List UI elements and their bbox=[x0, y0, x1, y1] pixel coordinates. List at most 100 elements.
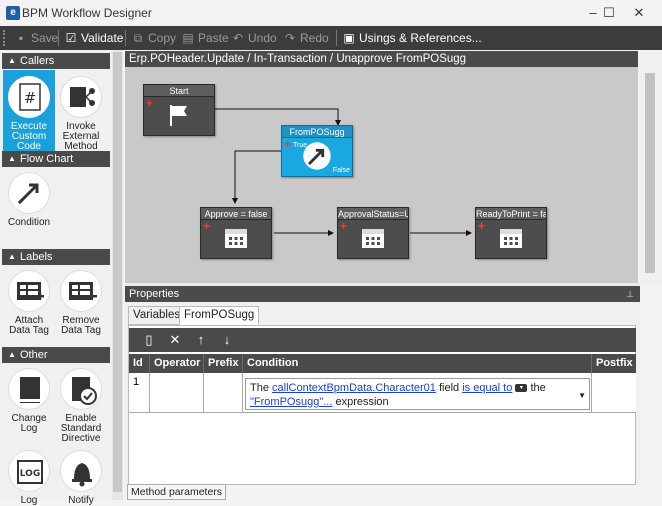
references-icon: ▣ bbox=[343, 31, 355, 45]
plus-icon[interactable]: + bbox=[203, 220, 210, 232]
column-id[interactable]: Id bbox=[129, 354, 150, 373]
cell-prefix[interactable] bbox=[204, 373, 243, 413]
book-icon bbox=[8, 368, 50, 410]
node-approval-status[interactable]: ApprovalStatus=U + bbox=[337, 207, 409, 259]
toolbar-grip[interactable] bbox=[3, 30, 7, 46]
move-down-icon[interactable]: ↓ bbox=[219, 332, 235, 348]
copy-button[interactable]: ⧉ Copy bbox=[131, 29, 176, 47]
properties-header: Properties ⊥ bbox=[125, 286, 640, 302]
tab-method-parameters[interactable]: Method parameters bbox=[127, 484, 227, 500]
title-bar: e BPM Workflow Designer – ☐ ✕ bbox=[0, 0, 662, 26]
log-icon-text: LOG bbox=[20, 469, 40, 479]
node-approve-false[interactable]: Approve = false + bbox=[200, 207, 272, 259]
false-branch-label: False bbox=[332, 167, 350, 174]
checkbox-icon: ☑ bbox=[65, 31, 77, 45]
category-other[interactable]: ▲ Other bbox=[2, 347, 110, 363]
scrollbar-thumb[interactable] bbox=[113, 52, 122, 492]
copy-icon: ⧉ bbox=[133, 31, 143, 45]
value-link[interactable]: "FromPOsugg"... bbox=[250, 396, 332, 408]
column-postfix[interactable]: Postfix bbox=[592, 354, 636, 373]
node-frompo-condition[interactable]: FromPOSugg + True False bbox=[281, 125, 353, 177]
remove-tag-icon bbox=[60, 270, 102, 312]
new-document-icon[interactable]: ▯ bbox=[141, 332, 157, 348]
calendar-icon bbox=[500, 229, 522, 248]
condition-expression-box[interactable]: The callContextBpmData.Character01 field… bbox=[245, 378, 590, 410]
calendar-icon bbox=[362, 229, 384, 248]
tab-variables[interactable]: Variables bbox=[128, 306, 186, 325]
condition-grid-toolbar: ▯ ✕ ↑ ↓ bbox=[129, 328, 636, 352]
tab-frompo[interactable]: FromPOSugg bbox=[179, 306, 260, 325]
app-icon: e bbox=[6, 6, 20, 20]
plus-icon[interactable]: + bbox=[284, 138, 291, 150]
tool-change-log[interactable]: Change Log bbox=[3, 362, 55, 454]
svg-text:#: # bbox=[24, 89, 37, 107]
tool-execute-custom-code[interactable]: # Execute Custom Code bbox=[3, 70, 55, 162]
cell-operator[interactable] bbox=[150, 373, 204, 413]
plus-icon[interactable]: + bbox=[340, 220, 347, 232]
canvas-breadcrumb: Erp.POHeader.Update / In-Transaction / U… bbox=[125, 51, 638, 67]
chevron-down-icon[interactable]: ▼ bbox=[578, 389, 586, 403]
node-ready-to-print[interactable]: ReadyToPrint = fals + bbox=[475, 207, 547, 259]
bell-icon bbox=[60, 450, 102, 492]
canvas-vertical-scrollbar[interactable] bbox=[640, 51, 662, 285]
usings-references-button[interactable]: ▣ Usings & References... bbox=[342, 29, 481, 47]
tool-enable-standard-directive[interactable]: Enable Standard Directive bbox=[55, 362, 107, 454]
operator-dropdown-icon[interactable]: ▾ bbox=[515, 384, 528, 393]
condition-grid-header: Id Operator Prefix Condition Postfix bbox=[129, 354, 636, 373]
save-button[interactable]: ▪ Save bbox=[14, 29, 59, 47]
tool-notify[interactable]: Notify bbox=[55, 444, 107, 506]
tool-invoke-external-method[interactable]: Invoke External Method bbox=[55, 70, 107, 162]
checked-document-icon bbox=[60, 368, 102, 410]
collapse-arrow-icon: ▲ bbox=[8, 350, 16, 359]
collapse-arrow-icon: ▲ bbox=[8, 56, 16, 65]
field-link[interactable]: callContextBpmData.Character01 bbox=[272, 382, 436, 394]
workflow-canvas[interactable]: Start + FromPOSugg + True False Approve … bbox=[125, 67, 638, 283]
operator-link[interactable]: is equal to bbox=[462, 382, 512, 394]
condition-arrows-icon bbox=[8, 172, 50, 214]
column-operator[interactable]: Operator bbox=[150, 354, 204, 373]
calendar-icon bbox=[225, 229, 247, 248]
collapse-arrow-icon: ▲ bbox=[8, 154, 16, 163]
category-flow-chart[interactable]: ▲ Flow Chart bbox=[2, 151, 110, 167]
undo-button[interactable]: ↶ Undo bbox=[231, 29, 277, 47]
hash-code-icon: # bbox=[8, 76, 50, 118]
pin-icon[interactable]: ⊥ bbox=[626, 286, 634, 302]
flag-icon bbox=[170, 105, 187, 126]
scrollbar-thumb[interactable] bbox=[645, 73, 655, 273]
external-method-icon bbox=[60, 76, 102, 118]
plus-icon[interactable]: + bbox=[478, 220, 485, 232]
cell-postfix[interactable] bbox=[592, 373, 636, 413]
column-prefix[interactable]: Prefix bbox=[204, 354, 243, 373]
sidebar-scrollbar[interactable] bbox=[112, 50, 123, 500]
save-icon: ▪ bbox=[18, 31, 24, 45]
column-condition[interactable]: Condition bbox=[243, 354, 592, 373]
category-callers[interactable]: ▲ Callers bbox=[2, 53, 110, 69]
paste-icon: ▤ bbox=[182, 31, 194, 45]
toolbar-separator bbox=[125, 30, 126, 46]
attach-tag-icon bbox=[8, 270, 50, 312]
validate-button[interactable]: ☑ Validate bbox=[64, 29, 124, 47]
redo-icon: ↷ bbox=[284, 31, 296, 45]
toolbox-sidebar: ▲ Callers # Execute Custom Code Invoke Ex… bbox=[0, 50, 112, 506]
node-start[interactable]: Start + bbox=[143, 84, 215, 136]
move-up-icon[interactable]: ↑ bbox=[193, 332, 209, 348]
undo-icon: ↶ bbox=[232, 31, 244, 45]
toolbar-separator bbox=[58, 30, 59, 46]
delete-icon[interactable]: ✕ bbox=[167, 332, 183, 348]
tool-remove-data-tag[interactable]: Remove Data Tag bbox=[55, 264, 107, 344]
redo-button[interactable]: ↷ Redo bbox=[283, 29, 329, 47]
tool-attach-data-tag[interactable]: Attach Data Tag bbox=[3, 264, 55, 344]
tool-condition[interactable]: Condition bbox=[3, 166, 55, 236]
paste-button[interactable]: ▤ Paste bbox=[181, 29, 228, 47]
toolbar: ▪ Save ☑ Validate ⧉ Copy ▤ Paste ↶ Undo ↷ Redo… bbox=[0, 26, 662, 50]
close-button[interactable]: ✕ bbox=[616, 0, 662, 26]
log-icon: LOG bbox=[8, 450, 50, 492]
cell-id: 1 bbox=[129, 373, 150, 413]
collapse-arrow-icon: ▲ bbox=[8, 252, 16, 261]
toolbar-separator bbox=[336, 30, 337, 46]
condition-arrows-icon bbox=[303, 142, 331, 170]
window-title: BPM Workflow Designer bbox=[22, 6, 152, 20]
plus-icon[interactable]: + bbox=[146, 97, 153, 109]
category-labels[interactable]: ▲ Labels bbox=[2, 249, 110, 265]
tool-log[interactable]: LOG Log bbox=[3, 444, 55, 506]
